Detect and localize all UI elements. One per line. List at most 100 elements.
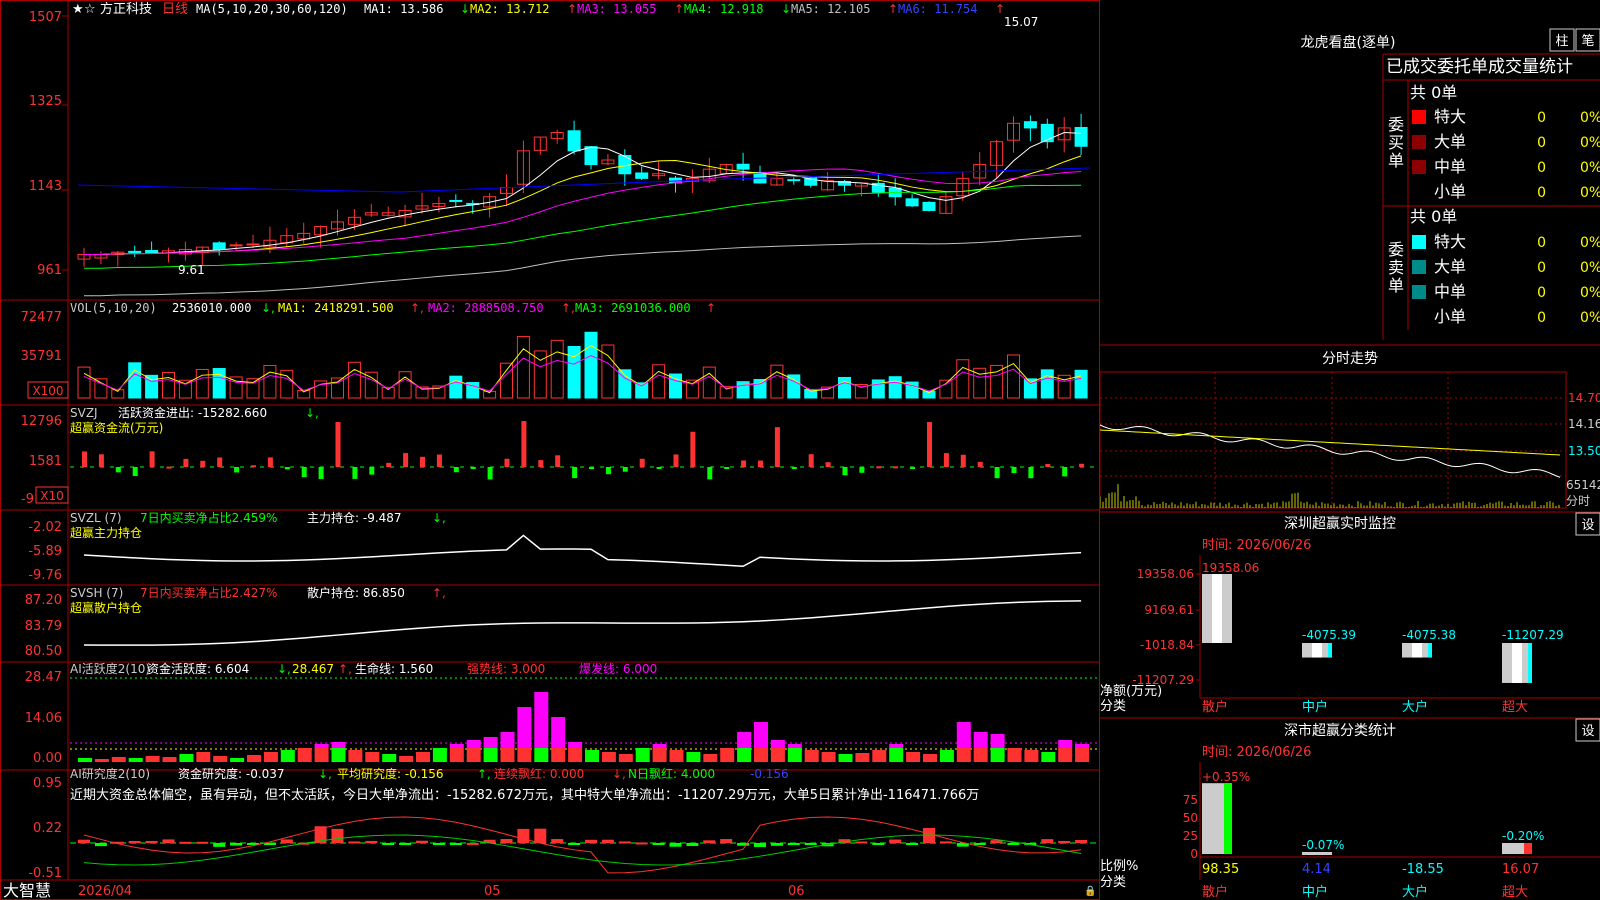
ai-active-tick: 14.06 xyxy=(25,711,62,726)
ma3-value: MA3: 13.055 xyxy=(577,2,656,16)
research-bar xyxy=(720,839,733,843)
research-bar xyxy=(382,843,395,845)
activity-bar xyxy=(78,758,92,762)
sell-row-swatch xyxy=(1412,285,1426,299)
research-bar xyxy=(500,839,513,843)
activity-bar xyxy=(601,752,616,762)
svzl-params: SVZL (7) xyxy=(70,511,122,525)
svsh-hold: 散户持仓: 86.850 xyxy=(307,585,405,600)
activity-bar xyxy=(703,754,718,762)
intraday-frame[interactable] xyxy=(1100,371,1567,509)
lock-icon[interactable]: 🔒 xyxy=(1084,885,1096,897)
activity-bar xyxy=(517,748,532,762)
volume-bar xyxy=(652,364,666,399)
activity-bar xyxy=(737,748,752,762)
classify-tick: 50 xyxy=(1183,811,1198,825)
ma3-arrow: ↑ xyxy=(674,2,684,16)
candle-body xyxy=(145,250,159,254)
monitor-value-label: -4075.39 xyxy=(1302,628,1356,642)
activity-bar xyxy=(618,754,633,762)
flow-bar xyxy=(470,467,476,469)
candle-body xyxy=(246,243,260,246)
flow-bar xyxy=(808,454,814,467)
research-bar xyxy=(348,841,361,844)
classify-bar-edge xyxy=(1224,783,1232,854)
activity-bar xyxy=(348,750,363,762)
buy-row-value: 0 xyxy=(1537,185,1546,201)
volume-bar xyxy=(145,374,159,399)
flow-bar xyxy=(487,467,493,480)
sell-row-value: 0 xyxy=(1537,310,1546,326)
volume-bar xyxy=(347,361,361,399)
sell-side-char: 委 xyxy=(1388,240,1404,259)
monitor-tick: -1018.84 xyxy=(1140,638,1194,652)
vol-params: VOL(5,10,20) xyxy=(70,301,157,315)
activity-peak xyxy=(314,744,329,748)
research-bar xyxy=(213,843,226,847)
volume-bars xyxy=(77,331,1088,399)
flow-bar xyxy=(943,453,949,467)
classify-bottom-label: 98.35 xyxy=(1202,862,1239,877)
research-bar xyxy=(162,839,175,843)
monitor-bar-edge xyxy=(1328,643,1332,658)
main-chart[interactable]: ★ ☆ 方正科技 日线 MA(5,10,20,30,60,120) MA1: 1… xyxy=(0,0,1100,900)
intraday-grid xyxy=(1100,372,1566,508)
monitor-bar-shine xyxy=(1312,643,1322,658)
monitor-chart: 19358.06 9169.61 -1018.84 -11207.29 19358.06… xyxy=(1132,555,1600,715)
classify-title: 深市超赢分类统计 xyxy=(1284,722,1396,739)
research-bar xyxy=(804,843,817,845)
buy-row-name: 大单 xyxy=(1434,132,1466,151)
volume-bar xyxy=(702,366,716,399)
monitor-bar-shine xyxy=(1412,643,1422,658)
activity-peak xyxy=(551,717,566,748)
flow-bar xyxy=(707,467,713,480)
classify-bar-edge xyxy=(1524,843,1532,854)
research-bar xyxy=(635,842,648,845)
candle-body xyxy=(736,163,750,170)
svzj-tick: 12796 xyxy=(21,414,62,429)
activity-peak xyxy=(517,707,532,748)
vol-ma1-line xyxy=(83,344,1082,394)
flow-bar xyxy=(251,465,256,468)
sell-row-swatch xyxy=(1412,235,1426,249)
volume-bar xyxy=(838,376,851,399)
svzj-unit: X10 xyxy=(40,489,64,503)
ai-active-tick: 28.47 xyxy=(25,670,62,685)
star-outline-icon[interactable]: ☆ xyxy=(84,2,96,17)
flow-bar xyxy=(436,454,442,467)
activity-bar xyxy=(382,754,397,762)
classify-tick: 75 xyxy=(1183,793,1198,807)
svsh-tick: 87.20 xyxy=(25,593,62,608)
activity-bar xyxy=(990,748,1005,762)
flow-bars xyxy=(82,421,1085,480)
ma4-value: MA4: 12.918 xyxy=(684,2,763,16)
flow-bar xyxy=(910,467,916,469)
activity-peak xyxy=(534,692,549,748)
period-label[interactable]: 日线 xyxy=(162,2,188,17)
research-bar xyxy=(686,843,699,846)
volume-bar xyxy=(1007,354,1020,399)
star-icon[interactable]: ★ xyxy=(72,2,84,17)
activity-bar xyxy=(111,757,126,762)
activity-bar xyxy=(1058,748,1073,762)
flow-bar xyxy=(149,451,155,467)
research-bar xyxy=(889,839,902,843)
flow-bar xyxy=(876,466,882,469)
ai-research-tick: 0.95 xyxy=(33,776,62,791)
flow-bar xyxy=(758,460,763,467)
flow-bar xyxy=(183,458,189,467)
activity-bar xyxy=(500,748,515,762)
flow-bar xyxy=(504,458,510,467)
price-tick: 1143 xyxy=(29,179,62,194)
ma1-arrow: ↓ xyxy=(460,2,470,16)
outer-frame xyxy=(0,0,1100,900)
activity-bar xyxy=(669,750,684,762)
flow-bar xyxy=(115,467,121,473)
research-bar xyxy=(1041,839,1054,843)
research-bar xyxy=(432,843,445,845)
activity-bar xyxy=(247,755,261,762)
vol-value: 2536010.000 xyxy=(172,301,251,315)
research-bar xyxy=(618,841,631,844)
activity-peak xyxy=(737,732,752,748)
volume-bar xyxy=(669,373,682,399)
